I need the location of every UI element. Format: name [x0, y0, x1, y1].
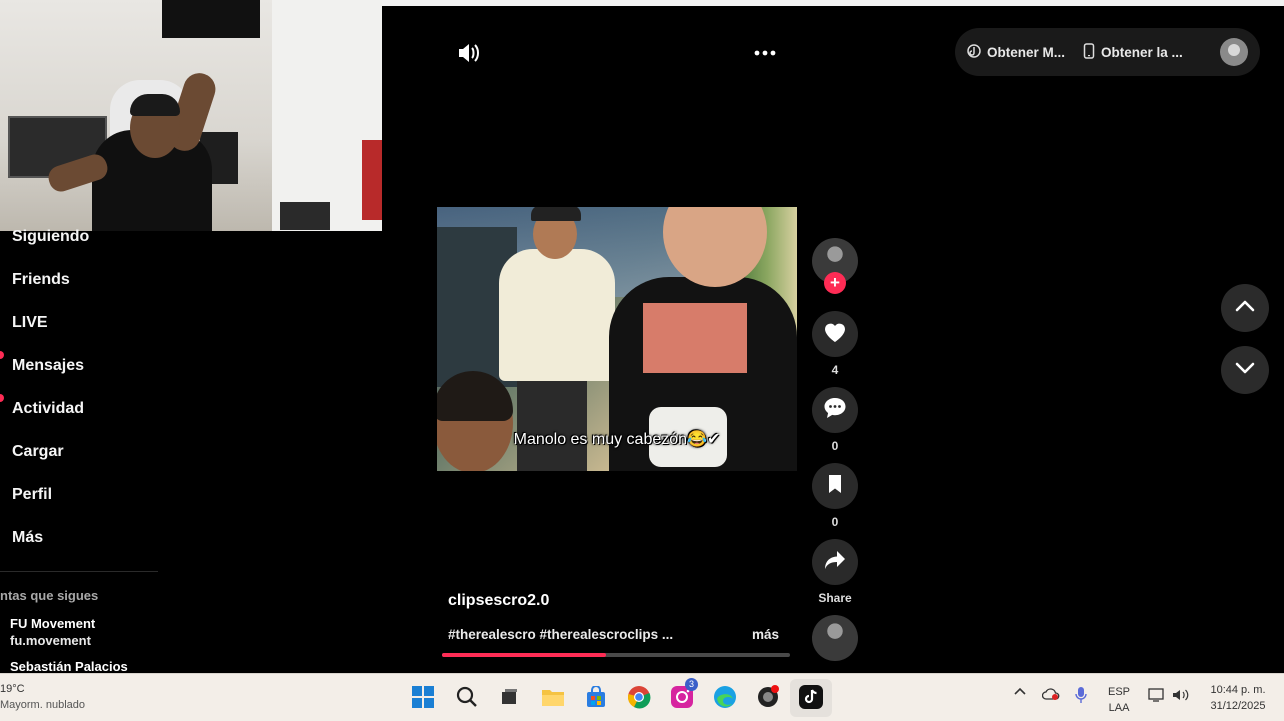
- comment-count: 0: [831, 439, 839, 453]
- bookmark-icon: [827, 474, 843, 499]
- weather-temperature[interactable]: 19°C: [0, 683, 25, 695]
- video-author[interactable]: clipsescro2.0: [448, 592, 549, 610]
- more-horizontal-icon[interactable]: [752, 40, 778, 66]
- tiktok-coin-icon: [967, 43, 981, 61]
- following-account-name[interactable]: FU Movement: [10, 616, 95, 631]
- follow-plus-button[interactable]: +: [824, 272, 846, 294]
- webcam-hair: [130, 94, 180, 116]
- sidebar-item-mas[interactable]: Más: [12, 529, 43, 547]
- store-icon[interactable]: [581, 682, 611, 712]
- sidebar-item-actividad[interactable]: Actividad: [12, 400, 84, 418]
- sidebar-item-perfil[interactable]: Perfil: [12, 486, 52, 504]
- volume-icon[interactable]: [456, 40, 482, 66]
- video-person-1-cap: [531, 207, 581, 221]
- chevron-down-icon: [1235, 361, 1255, 379]
- chevron-up-icon: [1235, 299, 1255, 317]
- share-button[interactable]: [812, 539, 858, 585]
- video-progress-fill: [442, 653, 606, 657]
- sound-avatar[interactable]: [812, 615, 858, 661]
- webcam-poster: [162, 0, 260, 38]
- network-icon[interactable]: [1148, 688, 1166, 705]
- show-hidden-icons-chevron-up-icon[interactable]: [1014, 686, 1026, 699]
- next-video-button[interactable]: [1221, 346, 1269, 394]
- video-person-1: [499, 249, 615, 381]
- like-button[interactable]: [812, 311, 858, 357]
- browser-top-strip: [382, 0, 1284, 6]
- chrome-icon[interactable]: [624, 682, 654, 712]
- following-account-username[interactable]: fu.movement: [10, 633, 91, 648]
- video-shirt-print: [643, 303, 747, 373]
- system-clock[interactable]: 10:44 p. m. 31/12/2025: [1200, 682, 1276, 714]
- more-description-button[interactable]: más: [752, 627, 779, 642]
- video-player[interactable]: Manolo es muy cabezón😂✔: [437, 207, 797, 471]
- video-hashtags[interactable]: #therealescro #therealescroclips ...: [448, 627, 673, 642]
- microphone-icon[interactable]: [1074, 686, 1088, 707]
- sidebar-item-mensajes[interactable]: Mensajes: [12, 357, 84, 375]
- sidebar-item-live[interactable]: LIVE: [12, 314, 48, 332]
- following-accounts-header: ntas que sigues: [0, 588, 99, 603]
- speaker-icon[interactable]: [1172, 688, 1190, 705]
- file-explorer-icon[interactable]: [538, 682, 568, 712]
- webcam-object: [362, 140, 382, 220]
- instagram-badge: 3: [685, 678, 698, 691]
- share-label: Share: [818, 591, 852, 605]
- webcam-keyboard: [280, 202, 330, 230]
- keyboard-layout: LAA: [1108, 702, 1130, 714]
- sidebar-item-siguiendo[interactable]: Siguiendo: [12, 228, 89, 246]
- windows-start-icon[interactable]: [408, 682, 438, 712]
- share-arrow-icon: [824, 550, 846, 575]
- following-account-name[interactable]: Sebastián Palacios: [10, 659, 128, 674]
- comment-icon: [823, 397, 847, 424]
- video-person-legs: [517, 377, 587, 471]
- sidebar-item-cargar[interactable]: Cargar: [12, 443, 64, 461]
- weather-description[interactable]: Mayorm. nublado: [0, 699, 85, 711]
- top-actions-pill: Obtener M... Obtener la ...: [955, 28, 1260, 76]
- webcam-overlay: [0, 0, 382, 231]
- cloud-sync-icon[interactable]: [1041, 687, 1060, 704]
- get-app-label: Obtener la ...: [1101, 44, 1183, 60]
- heart-icon: [823, 321, 847, 348]
- edge-icon[interactable]: [710, 682, 740, 712]
- tiktok-icon[interactable]: [796, 682, 826, 712]
- instagram-icon[interactable]: 3: [667, 678, 698, 712]
- save-count: 0: [831, 515, 839, 529]
- notification-dot: [0, 394, 4, 402]
- previous-video-button[interactable]: [1221, 284, 1269, 332]
- language-indicator[interactable]: ESP LAA: [1108, 684, 1130, 716]
- get-app-button[interactable]: Obtener la ...: [1083, 42, 1183, 62]
- notification-dot: [0, 351, 4, 359]
- comment-button[interactable]: [812, 387, 858, 433]
- clock-date: 31/12/2025: [1210, 700, 1266, 712]
- save-button[interactable]: [812, 463, 858, 509]
- clock-time: 10:44 p. m.: [1210, 684, 1266, 696]
- task-view-icon[interactable]: [494, 682, 524, 712]
- phone-icon: [1083, 42, 1095, 62]
- app-icon[interactable]: [753, 682, 783, 712]
- language-code: ESP: [1108, 686, 1131, 698]
- windows-taskbar: 19°C Mayorm. nublado 3 ESP LAA 10:44 p. …: [0, 673, 1284, 721]
- profile-avatar[interactable]: [1220, 38, 1248, 66]
- sidebar: Siguiendo Friends LIVE Mensajes Activida…: [0, 222, 160, 674]
- video-caption-overlay: Manolo es muy cabezón😂✔: [513, 431, 721, 448]
- search-icon[interactable]: [452, 682, 482, 712]
- sidebar-item-friends[interactable]: Friends: [12, 271, 70, 289]
- sidebar-divider: [0, 571, 158, 572]
- like-count: 4: [831, 363, 839, 377]
- get-coins-label: Obtener M...: [987, 44, 1066, 60]
- get-coins-button[interactable]: Obtener M...: [967, 43, 1066, 61]
- video-progress-bar[interactable]: [442, 653, 790, 657]
